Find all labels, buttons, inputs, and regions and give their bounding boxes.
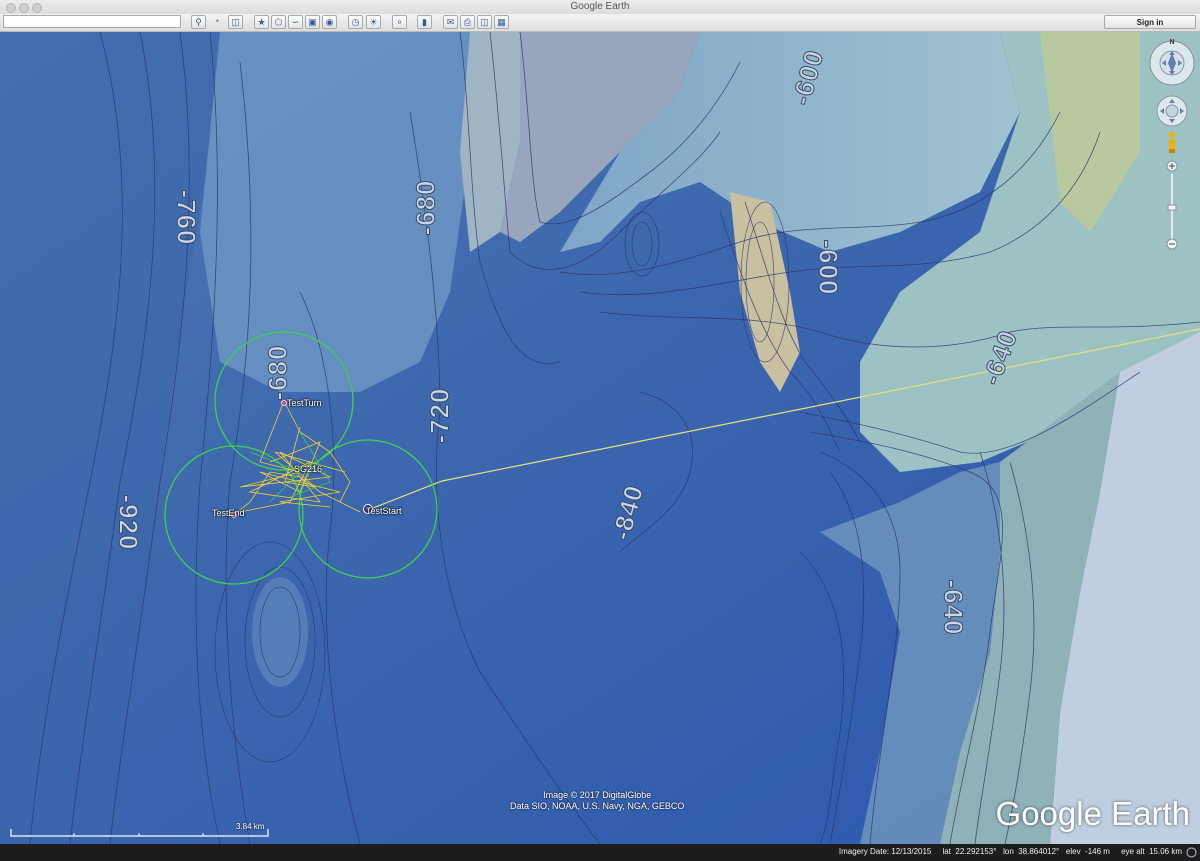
status-readout: Imagery Date: 12/13/2015 lat 22.292153° … — [839, 847, 1182, 856]
depth-label: -680 — [262, 344, 293, 401]
streaming-indicator-icon — [1186, 847, 1197, 858]
view-in-maps-icon[interactable]: ▦ — [494, 15, 509, 29]
title-bar: Google Earth — [0, 0, 1200, 15]
compass-north-label: N — [1169, 39, 1174, 46]
search-icon[interactable]: ⚲ — [191, 15, 206, 29]
add-polygon-icon[interactable]: ⬠ — [271, 15, 286, 29]
planets-icon[interactable]: ⚬ — [392, 15, 407, 29]
sidebar-toggle-icon[interactable]: ◫ — [228, 15, 243, 29]
zoom-slider[interactable] — [1166, 160, 1178, 250]
placemark-teststart[interactable]: TestStart — [366, 506, 402, 516]
sunlight-icon[interactable]: ☀ — [366, 15, 381, 29]
search-input[interactable] — [3, 15, 181, 28]
placemark-testend[interactable]: TestEnd — [212, 508, 245, 518]
street-view-pegman-icon[interactable] — [1169, 132, 1175, 153]
record-tour-icon[interactable]: ◉ — [322, 15, 337, 29]
scale-label: 3.84 km — [236, 822, 265, 831]
add-placemark-icon[interactable]: ★ — [254, 15, 269, 29]
latitude-readout: lat 22.292153° — [942, 847, 997, 856]
save-image-icon[interactable]: ◫ — [477, 15, 492, 29]
add-path-icon[interactable]: ∽ — [288, 15, 303, 29]
map-imagery — [0, 32, 1200, 844]
eye-altitude-readout: eye alt 15.06 km — [1121, 847, 1182, 856]
scale-bar — [10, 829, 269, 837]
toolbar: ⚲ • ◫ ★ ⬠ ∽ ▣ ◉ ◷ ☀ ⚬ ▮ ✉ ⎙ ◫ ▦ Sign in — [0, 14, 1200, 32]
map-view[interactable]: -600 -680 -760 -600 -640 -680 -720 -840 … — [0, 32, 1200, 844]
imagery-attribution: Image © 2017 DigitalGlobe Data SIO, NOAA… — [510, 790, 684, 812]
imagery-date: Imagery Date: 12/13/2015 — [838, 847, 932, 856]
longitude-readout: lon 38.864012° — [1003, 847, 1060, 856]
compass-ring[interactable] — [1149, 40, 1195, 86]
add-overlay-icon[interactable]: ▣ — [305, 15, 320, 29]
look-joystick[interactable] — [1156, 95, 1188, 127]
attribution-line: Image © 2017 DigitalGlobe — [543, 790, 652, 800]
elevation-readout: elev -146 m — [1065, 847, 1110, 856]
separator-dot-icon: • — [215, 16, 220, 26]
depth-label: -640 — [938, 579, 969, 636]
sign-in-button[interactable]: Sign in — [1104, 15, 1196, 29]
depth-label: -600 — [813, 239, 844, 296]
google-earth-logo: Google Earth — [995, 795, 1190, 832]
attribution-line: Data SIO, NOAA, U.S. Navy, NGA, GEBCO — [510, 801, 685, 811]
placemark-sg216[interactable]: SG216 — [294, 464, 322, 474]
depth-label: -760 — [171, 189, 202, 246]
print-icon[interactable]: ⎙ — [460, 15, 475, 29]
depth-label: -680 — [410, 179, 441, 236]
window-title: Google Earth — [570, 1, 630, 12]
navigation-controls: N — [1147, 35, 1197, 285]
email-icon[interactable]: ✉ — [443, 15, 458, 29]
historical-imagery-icon[interactable]: ◷ — [348, 15, 363, 29]
ruler-icon[interactable]: ▮ — [417, 15, 432, 29]
depth-label: -920 — [113, 494, 144, 551]
depth-label: -720 — [424, 387, 455, 444]
status-bar: Imagery Date: 12/13/2015 lat 22.292153° … — [0, 844, 1200, 861]
placemark-testturn[interactable]: TestTurn — [287, 398, 322, 408]
